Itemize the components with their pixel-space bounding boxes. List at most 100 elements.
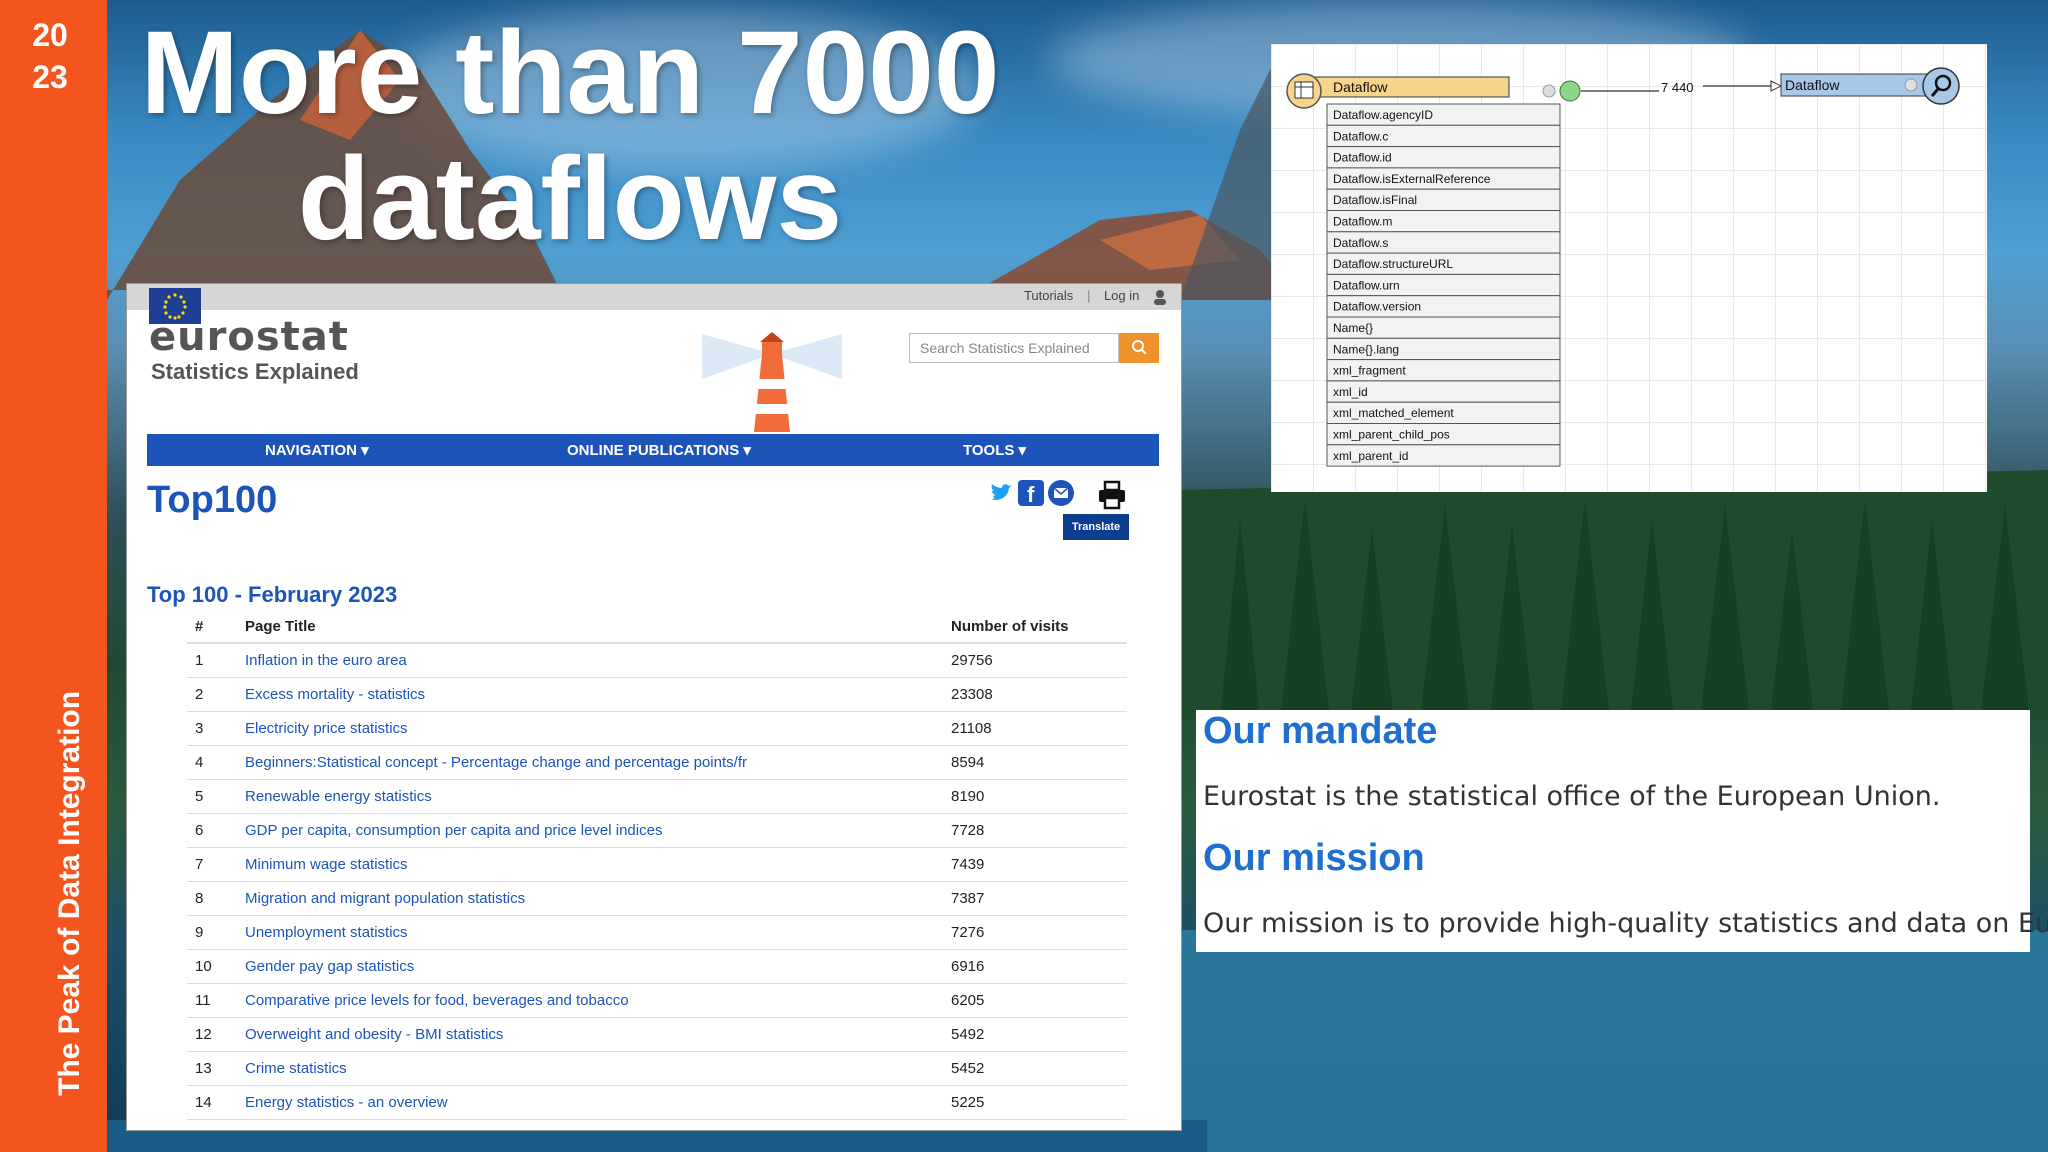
row-page-title-link[interactable]: Comparative price levels for food, bever… (244, 983, 950, 1018)
attribute-list: Dataflow.agencyID Dataflow.c Dataflow.id Da… (1326, 103, 1561, 467)
table-row: 7 Minimum wage statistics 7439 (187, 847, 1127, 882)
reader-label: Dataflow (1333, 79, 1388, 95)
row-visits: 4839 (950, 1119, 1127, 1130)
top100-table: # Page Title Number of visits 1 Inflation… (187, 610, 1127, 1130)
print-icon[interactable] (1097, 480, 1125, 510)
row-page-title-link[interactable]: Overweight and obesity - BMI statistics (244, 1017, 950, 1052)
attribute-label: Dataflow.isExternalReference (1333, 172, 1491, 186)
attribute-label: xml_parent_id (1333, 449, 1408, 463)
row-rank: 5 (187, 779, 244, 814)
lighthouse-icon (702, 324, 842, 439)
table-row: 8 Migration and migrant population statis… (187, 881, 1127, 916)
translate-button[interactable]: Translate (1063, 514, 1129, 540)
attribute-label: Name{}.lang (1333, 342, 1399, 356)
row-page-title-link[interactable]: Energy statistics - an overview (244, 1085, 950, 1120)
year-line1: 20 (32, 17, 68, 53)
row-page-title-link[interactable]: GDP per capita, consumption per capita a… (244, 813, 950, 848)
dataflow-diagram: Dataflow 7 440 Dataflow Dataflow.agencyI… (1286, 67, 1960, 467)
writer-label: Dataflow (1785, 77, 1840, 93)
main-nav: NAVIGATION ▾ ONLINE PUBLICATIONS ▾ TOOLS… (147, 434, 1159, 466)
table-row: 4 Beginners:Statistical concept - Percent… (187, 745, 1127, 780)
table-row: 6 GDP per capita, consumption per capita … (187, 813, 1127, 848)
eurostat-logo[interactable]: eurostat (149, 314, 349, 360)
col-page-title: Page Title (244, 610, 950, 644)
row-rank: 2 (187, 677, 244, 712)
row-visits: 21108 (950, 711, 1127, 746)
row-visits: 5452 (950, 1051, 1127, 1086)
search-button[interactable] (1119, 333, 1159, 363)
twitter-icon[interactable] (988, 480, 1014, 506)
top-links: Tutorials | Log in (1014, 288, 1167, 305)
arrow-head (1770, 80, 1783, 92)
attribute-label: Dataflow.structureURL (1333, 257, 1453, 271)
table-row: 1 Inflation in the euro area 29756 (187, 643, 1127, 678)
page-title: Top100 (147, 479, 278, 521)
row-page-title-link[interactable]: Natural gas price statistics (244, 1119, 950, 1130)
attribute-label: Dataflow.m (1333, 215, 1392, 229)
table-row: 5 Renewable energy statistics 8190 (187, 779, 1127, 814)
row-page-title-link[interactable]: Gender pay gap statistics (244, 949, 950, 984)
tutorials-link[interactable]: Tutorials (1024, 288, 1073, 303)
nav-navigation[interactable]: NAVIGATION ▾ (265, 441, 369, 459)
attribute-label: Dataflow.id (1333, 151, 1392, 165)
row-page-title-link[interactable]: Inflation in the euro area (244, 643, 950, 678)
row-page-title-link[interactable]: Excess mortality - statistics (244, 677, 950, 712)
attribute-label: xml_parent_child_pos (1333, 428, 1450, 442)
mandate-text: Eurostat is the statistical office of th… (1203, 781, 1941, 812)
email-icon[interactable] (1048, 480, 1074, 506)
row-page-title-link[interactable]: Beginners:Statistical concept - Percenta… (244, 745, 950, 780)
table-row: 14 Energy statistics - an overview 5225 (187, 1085, 1127, 1120)
sidebar: 20 23 The Peak of Data Integration (0, 0, 107, 1152)
row-visits: 5492 (950, 1017, 1127, 1052)
attribute-label: Dataflow.urn (1333, 278, 1400, 292)
attribute-label: xml_id (1333, 385, 1368, 399)
table-row: 13 Crime statistics 5452 (187, 1051, 1127, 1086)
gear-icon (1904, 78, 1918, 92)
row-visits: 6205 (950, 983, 1127, 1018)
row-rank: 6 (187, 813, 244, 848)
row-page-title-link[interactable]: Renewable energy statistics (244, 779, 950, 814)
user-icon[interactable] (1153, 288, 1167, 305)
login-link[interactable]: Log in (1104, 288, 1139, 303)
row-page-title-link[interactable]: Crime statistics (244, 1051, 950, 1086)
facebook-icon[interactable]: f (1018, 480, 1044, 507)
eurostat-page: Tutorials | Log in eurostat Statistics E… (126, 283, 1182, 1131)
row-page-title-link[interactable]: Electricity price statistics (244, 711, 950, 746)
col-visits: Number of visits (950, 610, 1127, 644)
row-page-title-link[interactable]: Unemployment statistics (244, 915, 950, 950)
vertical-title: The Peak of Data Integration (53, 690, 86, 1096)
row-rank: 3 (187, 711, 244, 746)
search-input[interactable]: Search Statistics Explained (909, 333, 1119, 363)
row-page-title-link[interactable]: Minimum wage statistics (244, 847, 950, 882)
row-visits: 7439 (950, 847, 1127, 882)
attribute-label: Dataflow.s (1333, 236, 1388, 250)
row-rank: 1 (187, 643, 244, 678)
writer-node (1922, 67, 1960, 105)
mission-heading: Our mission (1203, 837, 1425, 879)
attribute-label: Dataflow.agencyID (1333, 108, 1433, 122)
row-rank: 10 (187, 949, 244, 984)
feature-count: 7 440 (1661, 80, 1694, 95)
workspace-canvas: Dataflow 7 440 Dataflow Dataflow.agencyI… (1271, 44, 1987, 492)
search-icon (1132, 340, 1147, 355)
attribute-label: Name{} (1333, 321, 1373, 335)
row-rank: 8 (187, 881, 244, 916)
row-visits: 8594 (950, 745, 1127, 780)
headline-line2: dataflows (297, 133, 843, 265)
slide-headline: More than 7000 dataflows (140, 10, 1000, 262)
attribute-label: xml_fragment (1333, 364, 1406, 378)
table-row: 10 Gender pay gap statistics 6916 (187, 949, 1127, 984)
nav-tools[interactable]: TOOLS ▾ (963, 441, 1026, 459)
nav-online-publications[interactable]: ONLINE PUBLICATIONS ▾ (567, 441, 751, 459)
row-page-title-link[interactable]: Migration and migrant population statist… (244, 881, 950, 916)
row-visits: 7387 (950, 881, 1127, 916)
row-visits: 23308 (950, 677, 1127, 712)
logo-subtitle: Statistics Explained (151, 359, 359, 384)
headline-line1: More than 7000 (140, 7, 1000, 139)
row-rank: 15 (187, 1119, 244, 1130)
mission-text: Our mission is to provide high-quality s… (1203, 908, 2048, 939)
row-rank: 11 (187, 983, 244, 1018)
row-rank: 13 (187, 1051, 244, 1086)
attribute-label: Dataflow.isFinal (1333, 193, 1417, 207)
attribute-label: Dataflow.c (1333, 129, 1388, 143)
